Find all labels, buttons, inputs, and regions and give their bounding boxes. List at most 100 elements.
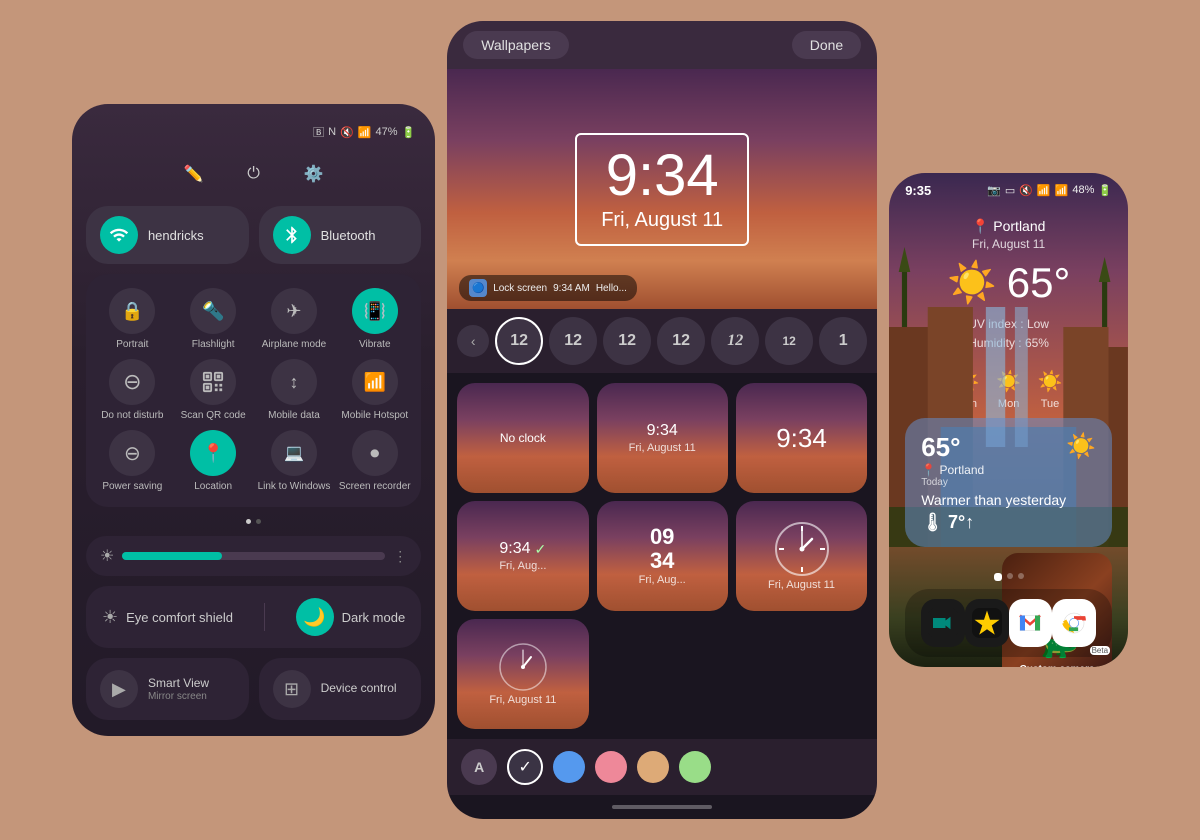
flashlight-toggle[interactable]: 🔦 Flashlight — [177, 288, 250, 351]
wallpapers-button[interactable]: Wallpapers — [463, 31, 569, 59]
smart-view-tile[interactable]: ▶ Smart View Mirror screen — [86, 658, 249, 720]
hotspot-toggle[interactable]: 📶 Mobile Hotspot — [338, 359, 411, 422]
connectivity-row: hendricks Bluetooth — [86, 206, 421, 264]
link-windows-toggle[interactable]: 💻 Link to Windows — [258, 430, 331, 493]
p3-page-dots — [889, 567, 1128, 587]
flashlight-icon: 🔦 — [190, 288, 236, 334]
device-control-icon: ⊞ — [273, 670, 311, 708]
device-control-tile[interactable]: ⊞ Device control — [259, 658, 422, 720]
dock-star-app[interactable] — [965, 599, 1009, 647]
clock-num-5[interactable]: 12 — [711, 317, 759, 365]
location-toggle[interactable]: 📍 Location — [177, 430, 250, 493]
sound-icon: 🔇 — [340, 126, 354, 139]
lockscreen-notification: 🔵 Lock screen 9:34 AM Hello... — [459, 275, 637, 301]
clock-style-strip: ‹ 12 12 12 12 12 12 1 — [447, 309, 877, 373]
notif-title: Lock screen — [493, 283, 547, 294]
dock-gmail[interactable] — [1009, 599, 1053, 647]
dark-mode-label: Dark mode — [342, 610, 406, 625]
clock-num-4[interactable]: 12 — [657, 317, 705, 365]
dnd-icon: ⊖ — [109, 359, 155, 405]
vibrate-label: Vibrate — [359, 339, 391, 351]
analog-clock-option[interactable]: Fri, August 11 — [736, 501, 867, 611]
p3-mute-icon: 🔇 — [1019, 184, 1033, 197]
digital-large-option[interactable]: 9:34 — [736, 383, 867, 493]
split-minutes: 34 — [650, 550, 674, 572]
widget-left: 65° 📍 Portland Today Warmer than yesterd… — [921, 432, 1066, 533]
dark-mode-toggle[interactable]: 🌙 Dark mode — [296, 598, 406, 636]
pdot-2 — [1007, 573, 1013, 579]
qr-toggle[interactable]: Scan QR code — [177, 359, 250, 422]
thin-date: Fri, August 11 — [489, 694, 556, 706]
mobile-data-toggle[interactable]: ↕ Mobile data — [258, 359, 331, 422]
weather-detail-card[interactable]: 65° 📍 Portland Today Warmer than yesterd… — [905, 418, 1112, 547]
eye-comfort-icon: ☀ — [102, 607, 118, 628]
p3-cam-icon: 📷 — [987, 184, 1001, 197]
clock-num-6[interactable]: 12 — [765, 317, 813, 365]
dnd-toggle[interactable]: ⊖ Do not disturb — [96, 359, 169, 422]
brightness-fill — [122, 552, 222, 560]
clock-prev-button[interactable]: ‹ — [457, 325, 489, 357]
bluetooth-tile[interactable]: Bluetooth — [259, 206, 422, 264]
lockscreen-time: 9:34 — [601, 147, 723, 205]
dock-google-meet[interactable] — [921, 599, 965, 647]
clock-picker-topbar: Wallpapers Done — [447, 21, 877, 69]
clock-num-1[interactable]: 12 — [495, 317, 543, 365]
link-windows-icon: 💻 — [271, 430, 317, 476]
analog-display: Fri, August 11 — [768, 521, 835, 591]
clock-num-7[interactable]: 1 — [819, 317, 867, 365]
clock-option-grid: No clock 9:34 Fri, August 11 9:34 9: — [447, 373, 877, 739]
color-blue[interactable] — [553, 751, 585, 783]
widget-change: 🌡 7°↑ — [921, 512, 1066, 533]
eye-comfort-toggle[interactable]: ☀ Eye comfort shield — [102, 607, 233, 628]
mobile-data-icon: ↕ — [271, 359, 317, 405]
portrait-toggle[interactable]: 🔒 Portrait — [96, 288, 169, 351]
power-saving-toggle[interactable]: ⊖ Power saving — [96, 430, 169, 493]
font-selector-a[interactable]: A — [461, 749, 497, 785]
p3-wifi-icon: 📶 — [1037, 184, 1051, 197]
phone3-home-screen: 9:35 📷 ▭ 🔇 📶 📶 48% 🔋 📍 Portland Fri, Aug… — [889, 173, 1128, 667]
p3-dock: Beta — [905, 589, 1112, 657]
selected-color-check[interactable]: ✓ — [507, 749, 543, 785]
airplane-toggle[interactable]: ✈ Airplane mode — [258, 288, 331, 351]
done-button[interactable]: Done — [792, 31, 861, 59]
signal-icon: 📶 — [358, 126, 372, 139]
smart-view-text: Smart View Mirror screen — [148, 676, 209, 703]
screen-recorder-toggle[interactable]: ⏺ Screen recorder — [338, 430, 411, 493]
no-clock-option[interactable]: No clock — [457, 383, 588, 493]
settings-icon[interactable]: ⚙️ — [300, 160, 328, 188]
digital-small-option[interactable]: 9:34 Fri, August 11 — [597, 383, 728, 493]
thin-clock-option[interactable]: Fri, August 11 — [457, 619, 588, 729]
color-green[interactable] — [679, 751, 711, 783]
digital-check-option[interactable]: 9:34 ✓ Fri, Aug... — [457, 501, 588, 611]
brightness-control[interactable]: ☀ ⋮ — [86, 536, 421, 576]
edit-icon[interactable]: ✏️ — [180, 160, 208, 188]
brightness-more[interactable]: ⋮ — [393, 548, 407, 565]
widget-desc: Warmer than yesterday — [921, 492, 1066, 508]
home-indicator — [612, 805, 712, 809]
widget-today: Today — [921, 477, 1066, 488]
divider — [264, 603, 265, 631]
digital-small-date: Fri, August 11 — [629, 442, 696, 454]
brightness-slider[interactable] — [122, 552, 385, 560]
weather-location: 📍 Portland — [909, 218, 1108, 235]
pdot-1 — [994, 573, 1002, 581]
dock-chrome[interactable]: Beta — [1052, 599, 1096, 647]
location-label: Location — [194, 481, 232, 493]
clock-num-3[interactable]: 12 — [603, 317, 651, 365]
battery-icon: 🔋 — [401, 126, 415, 139]
power-icon[interactable]: ⏻ — [240, 160, 268, 188]
portrait-icon: 🔒 — [109, 288, 155, 334]
clock-num-2[interactable]: 12 — [549, 317, 597, 365]
digital-split-option[interactable]: 09 34 Fri, Aug... — [597, 501, 728, 611]
bt-status-icon: 🄱 — [313, 124, 324, 140]
color-peach[interactable] — [637, 751, 669, 783]
digital-large-display: 9:34 — [776, 424, 827, 453]
vibrate-toggle[interactable]: 📳 Vibrate — [338, 288, 411, 351]
wifi-tile[interactable]: hendricks — [86, 206, 249, 264]
digital-check-time: 9:34 — [499, 540, 530, 558]
bottom-controls: ▶ Smart View Mirror screen ⊞ Device cont… — [86, 658, 421, 720]
digital-split-display: 09 34 Fri, Aug... — [639, 526, 686, 586]
color-pink[interactable] — [595, 751, 627, 783]
smart-view-icon: ▶ — [100, 670, 138, 708]
lockscreen-date: Fri, August 11 — [601, 209, 723, 232]
